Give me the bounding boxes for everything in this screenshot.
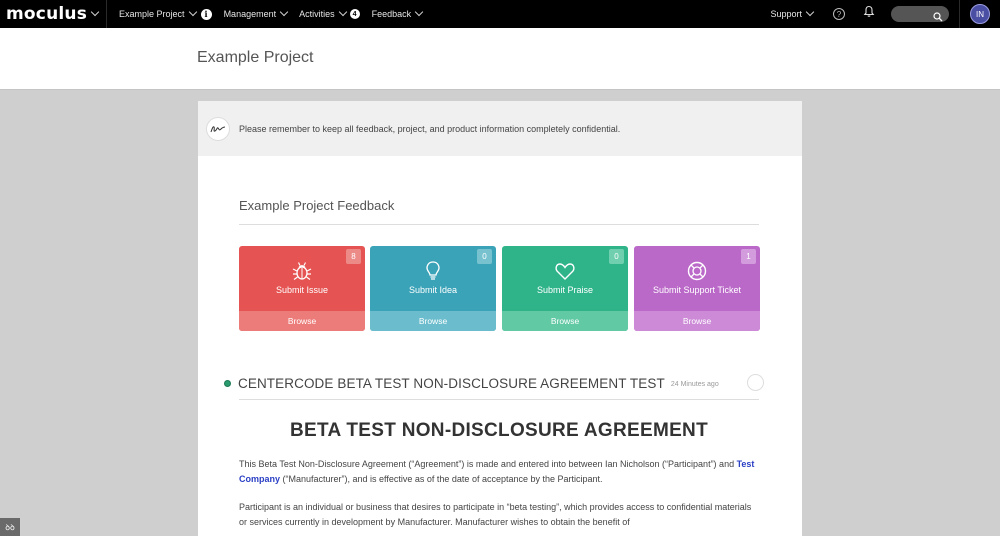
nav-right-group: Support ? IN [760, 0, 1000, 28]
browse-support-tickets-link[interactable]: Browse [634, 311, 760, 331]
agreement-title[interactable]: CENTERCODE BETA TEST NON-DISCLOSURE AGRE… [238, 376, 665, 391]
page-header: Example Project [0, 28, 1000, 90]
nav-item-label: Support [770, 9, 802, 19]
chevron-down-icon [279, 7, 289, 17]
browse-issues-link[interactable]: Browse [239, 311, 365, 331]
chevron-down-icon [805, 7, 815, 17]
signature-icon [206, 116, 230, 141]
project-card: Please remember to keep all feedback, pr… [198, 101, 802, 536]
tile-count-badge: 0 [609, 249, 624, 264]
tile-label: Submit Issue [275, 285, 329, 295]
nav-item-label: Management [223, 9, 277, 19]
chevron-down-icon [90, 7, 100, 17]
search-box [891, 6, 949, 25]
chevron-down-icon [414, 7, 424, 17]
submit-support-ticket-tile[interactable]: 1 Submit Support Ticket Browse [634, 246, 760, 331]
nav-item-feedback[interactable]: Feedback [371, 7, 424, 19]
top-navigation-bar: moculus Example Project i Management Act… [0, 0, 1000, 28]
divider [239, 224, 759, 225]
submit-praise-tile[interactable]: 0 Submit Praise Browse [502, 246, 628, 331]
page-title: Example Project [197, 49, 314, 66]
nav-item-activities[interactable]: Activities 4 [299, 7, 360, 19]
lightbulb-icon [422, 260, 444, 287]
activities-count-badge: 4 [349, 9, 360, 19]
browse-praise-link[interactable]: Browse [502, 311, 628, 331]
agreement-header: CENTERCODE BETA TEST NON-DISCLOSURE AGRE… [224, 373, 764, 393]
corner-widget-button[interactable]: ꝺꝺ [0, 518, 20, 536]
heart-icon [554, 260, 576, 287]
chevron-down-icon [338, 7, 347, 17]
agreement-paragraph: This Beta Test Non-Disclosure Agreement … [239, 457, 759, 487]
nav-item-management[interactable]: Management [223, 7, 289, 19]
user-avatar[interactable]: IN [970, 4, 990, 24]
check-circle-icon[interactable] [747, 374, 764, 391]
bug-icon [291, 260, 313, 287]
nav-item-support[interactable]: Support [770, 7, 815, 19]
feedback-section-title: Example Project Feedback [239, 198, 395, 213]
submit-issue-tile[interactable]: 8 Submit Issue Browse [239, 246, 365, 331]
chevron-down-icon [188, 7, 197, 17]
status-dot-icon [224, 379, 231, 387]
agreement-paragraph: Participant is an individual or business… [239, 502, 752, 527]
paragraph-text: This Beta Test Non-Disclosure Agreement … [239, 459, 737, 469]
nav-item-label: Feedback [371, 9, 412, 19]
brand-logo: moculus [6, 4, 88, 24]
bell-icon[interactable] [863, 5, 875, 23]
browse-ideas-link[interactable]: Browse [370, 311, 496, 331]
tile-count-badge: 0 [477, 249, 492, 264]
nav-divider [959, 0, 960, 28]
tile-count-badge: 1 [741, 249, 756, 264]
nav-item-project[interactable]: Example Project i [119, 7, 212, 20]
tile-label: Submit Idea [408, 285, 458, 295]
agreement-timestamp: 24 Minutes ago [670, 380, 719, 388]
nav-item-label: Example Project [119, 9, 185, 19]
nav-item-label: Activities [299, 9, 335, 19]
search-icon[interactable] [933, 9, 943, 27]
feedback-tiles: 8 Submit Issue Browse 0 Submit Idea Brow… [239, 246, 760, 331]
tile-label: Submit Support Ticket [652, 285, 742, 295]
document-title: BETA TEST NON-DISCLOSURE AGREEMENT [289, 420, 708, 441]
submit-idea-tile[interactable]: 0 Submit Idea Browse [370, 246, 496, 331]
tile-count-badge: 8 [346, 249, 361, 264]
info-icon[interactable]: i [200, 8, 212, 20]
paragraph-text: (“Manufacturer”), and is effective as of… [280, 474, 603, 484]
notice-text: Please remember to keep all feedback, pr… [239, 123, 621, 134]
tile-label: Submit Praise [536, 285, 594, 295]
confidentiality-notice: Please remember to keep all feedback, pr… [198, 101, 802, 156]
divider [239, 399, 759, 400]
brand-menu[interactable]: moculus [0, 0, 108, 28]
lifebuoy-icon [686, 260, 708, 287]
help-icon[interactable]: ? [833, 8, 845, 20]
